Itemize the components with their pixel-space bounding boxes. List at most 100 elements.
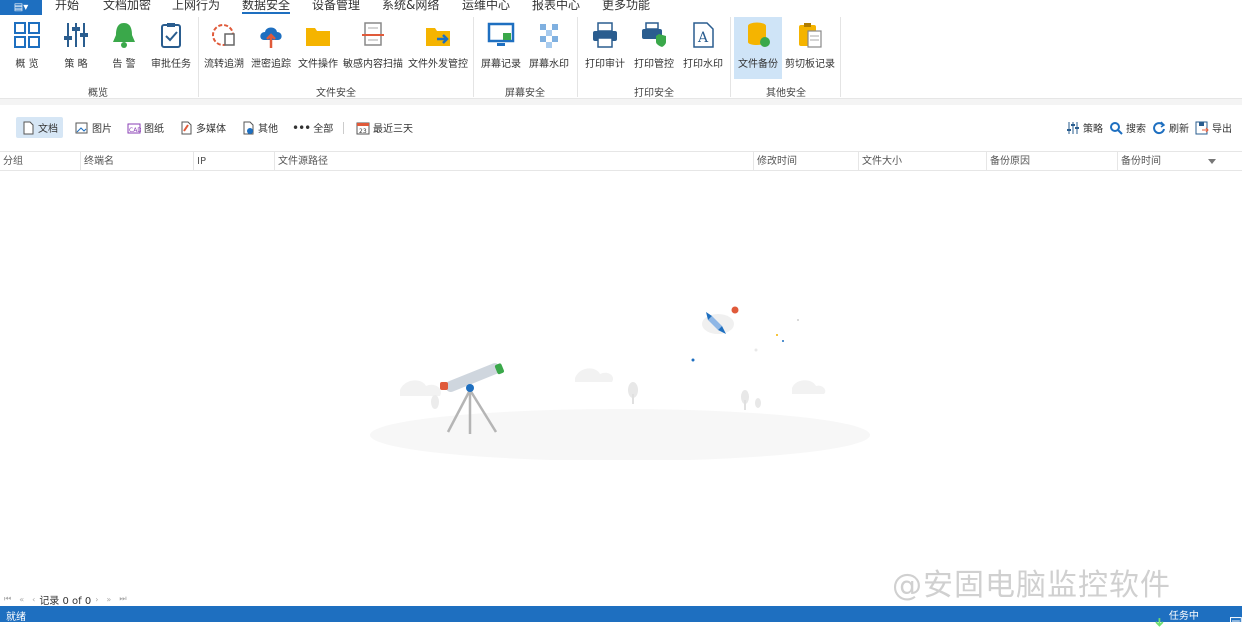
multimedia-icon xyxy=(181,121,192,134)
sliders-icon xyxy=(1067,121,1079,134)
filter-images-button[interactable]: 图片 xyxy=(70,117,117,138)
group-separator xyxy=(730,17,731,97)
column-header-backup-reason[interactable]: 备份原因 xyxy=(986,152,1117,171)
drawing-icon: CAD xyxy=(127,123,141,134)
document-icon xyxy=(23,121,34,134)
prev-page-group-icon[interactable]: « xyxy=(19,595,24,604)
filter-other-label: 其他 xyxy=(258,124,278,135)
flow-trace-button[interactable]: 流转追溯 xyxy=(203,17,245,79)
empty-state-illustration xyxy=(370,306,870,460)
last-page-icon[interactable]: ⏭ xyxy=(119,594,126,604)
ribbon: 概 览 策 略 告 警 审批任务 流转追溯 泄密追踪 文件操作 敏感内容扫描 文… xyxy=(0,15,1242,99)
cloud-upload-icon xyxy=(260,27,282,48)
tab-more-features[interactable]: 更多功能 xyxy=(602,0,650,13)
leak-trace-button[interactable]: 泄密追踪 xyxy=(250,17,292,79)
search-button[interactable]: 搜索 xyxy=(1104,117,1151,138)
column-header-group[interactable]: 分组 xyxy=(0,152,80,171)
screen-record-button[interactable]: 屏幕记录 xyxy=(479,17,523,79)
file-backup-button[interactable]: 文件备份 xyxy=(734,17,782,79)
clipboard-record-label: 剪切板记录 xyxy=(785,59,835,70)
filter-documents-label: 文档 xyxy=(38,124,58,135)
export-button[interactable]: 导出 xyxy=(1190,117,1237,138)
sensitive-content-scan-button[interactable]: 敏感内容扫描 xyxy=(343,17,403,79)
calendar-icon: 23 xyxy=(356,122,370,135)
filter-images-label: 图片 xyxy=(92,124,112,135)
tab-doc-encryption[interactable]: 文档加密 xyxy=(103,0,151,13)
column-header-file-size[interactable]: 文件大小 xyxy=(858,152,986,171)
filter-documents-button[interactable]: 文档 xyxy=(16,117,63,138)
group-label-print-security: 打印安全 xyxy=(634,88,674,99)
printer-icon xyxy=(593,22,617,48)
rocket-icon xyxy=(702,312,734,334)
refresh-button[interactable]: 刷新 xyxy=(1147,117,1194,138)
folder-arrow-icon xyxy=(426,28,450,46)
document-scan-icon xyxy=(362,22,384,46)
tab-data-security[interactable]: 数据安全 xyxy=(242,0,291,14)
print-audit-button[interactable]: 打印审计 xyxy=(583,17,627,79)
search-icon xyxy=(1110,121,1123,135)
filter-drawings-label: 图纸 xyxy=(144,124,164,135)
image-icon xyxy=(75,122,88,133)
policy-button[interactable]: 策 略 xyxy=(57,17,95,79)
filter-drawings-button[interactable]: CAD 图纸 xyxy=(122,117,169,138)
export-icon xyxy=(1195,121,1209,134)
checker-watermark-icon xyxy=(540,24,558,48)
filter-other-button[interactable]: 其他 xyxy=(236,117,283,138)
filter-all-label: 全部 xyxy=(313,124,334,135)
watermark-text: @安固电脑监控软件 xyxy=(892,568,1171,603)
file-operation-label: 文件操作 xyxy=(298,59,338,70)
filter-multimedia-button[interactable]: 多媒体 xyxy=(174,117,231,138)
column-header-modified-time[interactable]: 修改时间 xyxy=(753,152,858,171)
tab-start[interactable]: 开始 xyxy=(55,0,79,13)
menu-bar: ▤▾ 开始 文档加密 上网行为 数据安全 设备管理 系统&网络 运维中心 报表中… xyxy=(0,0,1242,15)
status-bar: 就绪 任务中心 xyxy=(0,606,1242,637)
search-label: 搜索 xyxy=(1126,124,1146,135)
group-label-other-security: 其他安全 xyxy=(766,88,806,99)
date-range-button[interactable]: 23 最近三天 xyxy=(351,117,418,138)
export-label: 导出 xyxy=(1212,124,1232,135)
screen-watermark-label: 屏幕水印 xyxy=(529,59,569,70)
policy-action-button[interactable]: 策略 xyxy=(1061,117,1108,138)
svg-text:CAD: CAD xyxy=(129,127,141,134)
document-menu-icon: ▤▾ xyxy=(13,2,29,13)
column-header-source-path[interactable]: 文件源路径 xyxy=(274,152,753,171)
print-watermark-button[interactable]: A 打印水印 xyxy=(681,17,725,79)
print-control-button[interactable]: 打印管控 xyxy=(632,17,676,79)
bell-icon xyxy=(113,23,135,48)
task-center-button[interactable]: 任务中心 xyxy=(1154,607,1242,637)
database-backup-icon xyxy=(748,22,770,47)
print-watermark-label: 打印水印 xyxy=(683,59,723,70)
column-header-ip[interactable]: IP xyxy=(193,152,274,171)
prev-page-icon[interactable]: ‹ xyxy=(32,595,35,604)
clipboard-record-button[interactable]: 剪切板记录 xyxy=(784,17,836,79)
app-menu-button[interactable]: ▤▾ xyxy=(0,0,42,15)
download-arrow-icon xyxy=(1155,617,1164,627)
screen-record-label: 屏幕记录 xyxy=(481,59,521,70)
next-page-icon[interactable]: › xyxy=(95,595,98,604)
tab-report-center[interactable]: 报表中心 xyxy=(532,0,580,13)
group-separator xyxy=(577,17,578,97)
screen-watermark-button[interactable]: 屏幕水印 xyxy=(527,17,571,79)
sort-dropdown-icon[interactable] xyxy=(1208,159,1216,164)
sensitive-content-scan-label: 敏感内容扫描 xyxy=(343,59,403,70)
policy-label: 策 略 xyxy=(64,59,88,70)
clipboard-check-icon xyxy=(161,23,181,48)
tab-device-management[interactable]: 设备管理 xyxy=(312,0,360,13)
file-outbound-control-button[interactable]: 文件外发管控 xyxy=(407,17,469,79)
approval-task-button[interactable]: 审批任务 xyxy=(150,17,192,79)
column-header-terminal[interactable]: 终端名 xyxy=(80,152,193,171)
overview-button[interactable]: 概 览 xyxy=(8,17,46,79)
filter-all-button[interactable]: ••• 全部 xyxy=(287,117,338,138)
monitor-icon xyxy=(487,22,515,46)
group-label-file-security: 文件安全 xyxy=(316,88,356,99)
alert-button[interactable]: 告 警 xyxy=(105,17,143,79)
record-count: 记录 0 of 0 xyxy=(39,595,92,607)
printer-shield-icon xyxy=(642,22,666,47)
first-page-icon[interactable]: ⏮ xyxy=(4,594,11,604)
file-operation-button[interactable]: 文件操作 xyxy=(297,17,339,79)
tab-system-network[interactable]: 系统&网络 xyxy=(382,0,439,13)
tab-web-behavior[interactable]: 上网行为 xyxy=(172,0,220,13)
next-page-group-icon[interactable]: » xyxy=(106,595,111,604)
tab-ops-center[interactable]: 运维中心 xyxy=(462,0,510,13)
message-icon[interactable] xyxy=(1230,617,1242,627)
